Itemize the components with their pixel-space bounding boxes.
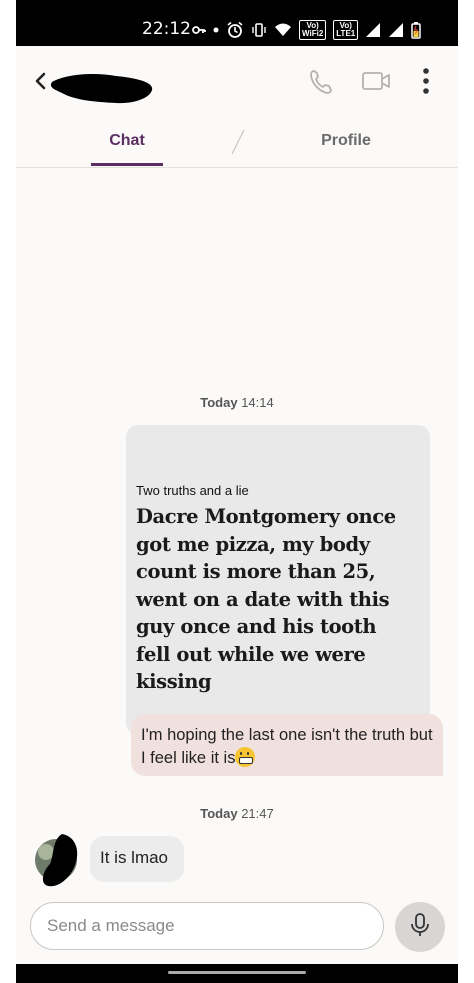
microphone-button[interactable] — [395, 902, 445, 952]
signal-icon-1 — [365, 22, 381, 38]
alarm-icon — [226, 21, 244, 39]
signal-icon-2 — [388, 22, 404, 38]
microphone-icon — [410, 912, 430, 943]
message-timestamp: Today 14:14 — [16, 395, 458, 410]
more-vertical-icon[interactable] — [421, 67, 431, 97]
tab-chat[interactable]: Chat — [91, 132, 163, 150]
phone-icon[interactable] — [308, 66, 334, 96]
outgoing-message-bubble[interactable]: I'm hoping the last one isn't the truth … — [131, 714, 443, 776]
avatar[interactable] — [34, 832, 82, 888]
prompt-answer: Dacre Montgomery once got me pizza, my b… — [136, 505, 396, 693]
tab-chat-underline — [91, 163, 163, 166]
status-icons: Vo) WiFi2 Vo) LTE1 — [192, 19, 421, 41]
key-icon — [192, 25, 206, 35]
status-bar: 22:12 Vo) WiFi2 Vo) LTE1 — [16, 0, 458, 46]
incoming-message-bubble[interactable]: It is lmao — [90, 836, 184, 882]
message-input[interactable] — [30, 902, 384, 950]
timestamp-time: 14:14 — [241, 395, 274, 410]
prompt-card[interactable]: Two truths and a lie Dacre Montgomery on… — [126, 425, 430, 735]
tab-divider — [231, 129, 245, 155]
incoming-message-text: It is lmao — [100, 848, 169, 867]
message-timestamp: Today 21:47 — [16, 806, 458, 821]
tab-profile[interactable]: Profile — [306, 132, 386, 150]
tab-bar: Chat Profile — [16, 116, 458, 168]
battery-icon — [411, 21, 421, 39]
phone-screen: 22:12 Vo) WiFi2 Vo) LTE1 Chat Profile To… — [16, 0, 458, 983]
wifi-icon — [274, 23, 292, 37]
timestamp-day: Today — [200, 806, 238, 821]
vowifi-badge-icon: Vo) WiFi2 — [299, 20, 327, 40]
status-time: 22:12 — [142, 19, 191, 39]
dot-icon — [213, 27, 219, 33]
prompt-title: Two truths and a lie — [136, 483, 249, 498]
vibrate-icon — [251, 22, 267, 38]
system-navigation-bar — [16, 964, 458, 983]
volte-badge-icon: Vo) LTE1 — [333, 20, 359, 40]
timestamp-time: 21:47 — [241, 806, 274, 821]
home-gesture-handle[interactable] — [168, 971, 306, 974]
video-camera-icon[interactable] — [361, 66, 391, 96]
timestamp-day: Today — [200, 395, 238, 410]
chat-header — [16, 46, 458, 116]
contact-name-redaction — [50, 74, 153, 104]
grimacing-emoji-icon — [235, 747, 256, 767]
outgoing-message-text: I'm hoping the last one isn't the truth … — [141, 726, 433, 767]
